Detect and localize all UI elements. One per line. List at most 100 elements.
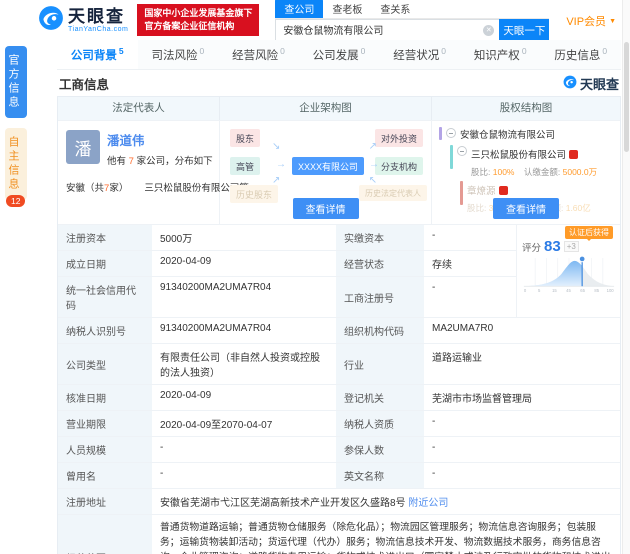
arrow-icon: ↘: [272, 141, 280, 152]
tab-judicial-risk[interactable]: 司法风险0: [138, 40, 219, 69]
scrollbar-thumb[interactable]: [624, 42, 629, 152]
search-tab-boss[interactable]: 查老板: [323, 0, 371, 18]
table-row: 曾用名 - 英文名称 -: [58, 462, 620, 488]
search-tab-company[interactable]: 查公司: [275, 0, 323, 18]
search-button[interactable]: 天眼一下: [499, 19, 549, 43]
svg-text:15: 15: [552, 288, 557, 293]
clear-icon[interactable]: ✕: [483, 25, 494, 36]
chip-shareholder[interactable]: 股东: [230, 129, 260, 147]
row-label: 经营状态: [336, 251, 424, 276]
row-value: 2020-04-09: [152, 251, 336, 276]
row-label: 公司类型: [58, 344, 152, 384]
legal-rep-name-link[interactable]: 潘道伟: [107, 130, 213, 149]
row-label: 参保人数: [336, 437, 424, 462]
brand-name: 天眼查: [68, 8, 128, 25]
row-label: 成立日期: [58, 251, 152, 276]
chip-executive[interactable]: 高管: [230, 157, 260, 175]
side-tab-self-info[interactable]: 自主信息 12: [5, 128, 27, 200]
vip-menu[interactable]: VIP会员 ▼: [566, 13, 616, 29]
chip-investment[interactable]: 对外投资: [375, 129, 423, 147]
collapse-minus-icon[interactable]: [457, 146, 467, 156]
tab-intellectual-property[interactable]: 知识产权0: [460, 40, 541, 69]
tree-bar: [450, 145, 453, 169]
equity-chart-header: 股权结构图: [432, 97, 620, 120]
search-tabs: 查公司 查老板 查关系: [275, 0, 549, 19]
collapse-minus-icon[interactable]: [446, 128, 456, 138]
table-row: 人员规模 - 参保人数 -: [58, 436, 620, 462]
tianyancha-logo-icon: [38, 5, 64, 36]
tab-company-background[interactable]: 公司背景5: [57, 40, 138, 69]
tree-bar: [460, 181, 463, 205]
caret-down-icon: ▼: [609, 18, 616, 25]
legal-rep-region: 安徽（共7家）: [66, 180, 128, 194]
equity-child-stats: 股比: 100% 认缴金额: 5000.0万: [471, 166, 604, 178]
row-value: -: [424, 437, 620, 462]
svg-text:85: 85: [594, 288, 599, 293]
row-label: 人员规模: [58, 437, 152, 462]
table-row: 公司类型 有限责任公司（非自然人投资或控股的法人独资） 行业 道路运输业: [58, 343, 620, 384]
table-row: 纳税人识别号 91340200MA2UMA7R04 组织机构代码 MA2UMA7…: [58, 317, 620, 343]
certify-badge[interactable]: 认证后获得: [565, 226, 613, 239]
watermark-logo-icon: [563, 75, 577, 92]
chip-history-legal-rep[interactable]: 历史法定代表人: [359, 185, 427, 201]
chip-branch[interactable]: 分支机构: [375, 157, 423, 175]
chip-history-shareholder[interactable]: 历史股东: [230, 185, 278, 203]
section-title: 工商信息: [59, 74, 109, 93]
search-tab-relation[interactable]: 查关系: [371, 0, 419, 18]
equity-root-company[interactable]: 安徽仓鼠物流有限公司: [460, 127, 555, 141]
table-row-scope: 经营范围 普通货物道路运输；普通货物仓储服务（除危化品）；物流园区管理服务；物流…: [58, 514, 620, 554]
chip-center-company[interactable]: XXXX有限公司: [292, 157, 364, 175]
search-input[interactable]: [283, 24, 481, 35]
row-label: 组织机构代码: [336, 318, 424, 343]
org-chart-header: 企业架构图: [220, 97, 432, 120]
tianyancha-logo[interactable]: 天眼查 TianYanCha.com: [38, 5, 128, 36]
tab-company-development[interactable]: 公司发展0: [299, 40, 380, 69]
row-value: 2020-04-09: [152, 385, 336, 410]
svg-text:100: 100: [607, 288, 615, 293]
row-label: 登记机关: [336, 385, 424, 410]
nearby-companies-link[interactable]: 附近公司: [408, 498, 448, 509]
svg-text:5: 5: [538, 288, 541, 293]
tab-operation-status[interactable]: 经营状况0: [379, 40, 460, 69]
org-chart-detail-button[interactable]: 查看详情: [293, 198, 359, 219]
row-value: 2020-04-09至2070-04-07: [152, 411, 336, 436]
side-tab-count-badge: 12: [6, 195, 25, 207]
row-value: 91340200MA2UMA7R04: [152, 318, 336, 343]
row-label: 注册地址: [58, 489, 152, 514]
gov-certification-badge: 国家中小企业发展基金旗下 官方备案企业征信机构: [137, 4, 259, 35]
company-nav-tabs: 公司背景5 司法风险0 经营风险0 公司发展0 经营状况0 知识产权0 历史信息…: [57, 40, 621, 70]
tab-operation-risk[interactable]: 经营风险0: [218, 40, 299, 69]
side-tabs: 官方信息 自主信息 12: [5, 46, 29, 200]
scope-value: 普通货物道路运输；普通货物仓储服务（除危化品）；物流园区管理服务；物流信息咨询服…: [152, 515, 620, 554]
row-label: 曾用名: [58, 463, 152, 488]
equity-child-company[interactable]: 三只松鼠股份有限公司: [471, 150, 566, 161]
side-tab-official-info[interactable]: 官方信息: [5, 46, 27, 118]
row-label: 实缴资本: [336, 225, 424, 250]
row-label: 纳税人资质: [336, 411, 424, 436]
equity-panel: 安徽仓鼠物流有限公司 三只松鼠股份有限公司 股比: 100% 认缴金额: 500: [432, 121, 620, 224]
row-value: -: [424, 463, 620, 488]
equity-detail-button[interactable]: 查看详情: [493, 198, 559, 219]
equity-grandchild-person[interactable]: 章燎源: [467, 186, 496, 197]
arrow-icon: ↗: [272, 175, 280, 186]
arrow-icon: →: [276, 159, 286, 170]
tab-history-info[interactable]: 历史信息0: [540, 40, 621, 69]
row-label: 工商注册号: [336, 277, 424, 317]
arrow-icon: →: [369, 159, 379, 170]
row-label: 经营范围: [58, 515, 152, 554]
table-row-address: 注册地址 安徽省芜湖市弋江区芜湖高新技术产业开发区久盛路8号 附近公司: [58, 488, 620, 514]
svg-text:65: 65: [580, 288, 585, 293]
row-label: 营业期限: [58, 411, 152, 436]
avatar[interactable]: 潘: [66, 130, 100, 164]
arrow-icon: ↖: [369, 175, 377, 186]
table-row: 核准日期 2020-04-09 登记机关 芜湖市市场监督管理局: [58, 384, 620, 410]
legal-rep-panel: 潘 潘道伟 他有 7 家公司，分布如下 安徽（共7家） 三只松鼠股份有限: [58, 121, 220, 224]
row-value: -: [424, 225, 516, 250]
search-input-wrap: ✕: [275, 19, 499, 41]
company-logo-icon: [499, 186, 508, 195]
watermark-logo: 天眼查: [563, 74, 619, 93]
row-value: -: [152, 463, 336, 488]
row-value: 5000万: [152, 225, 336, 250]
row-value: -: [424, 411, 620, 436]
address-value: 安徽省芜湖市弋江区芜湖高新技术产业开发区久盛路8号 附近公司: [152, 489, 620, 514]
